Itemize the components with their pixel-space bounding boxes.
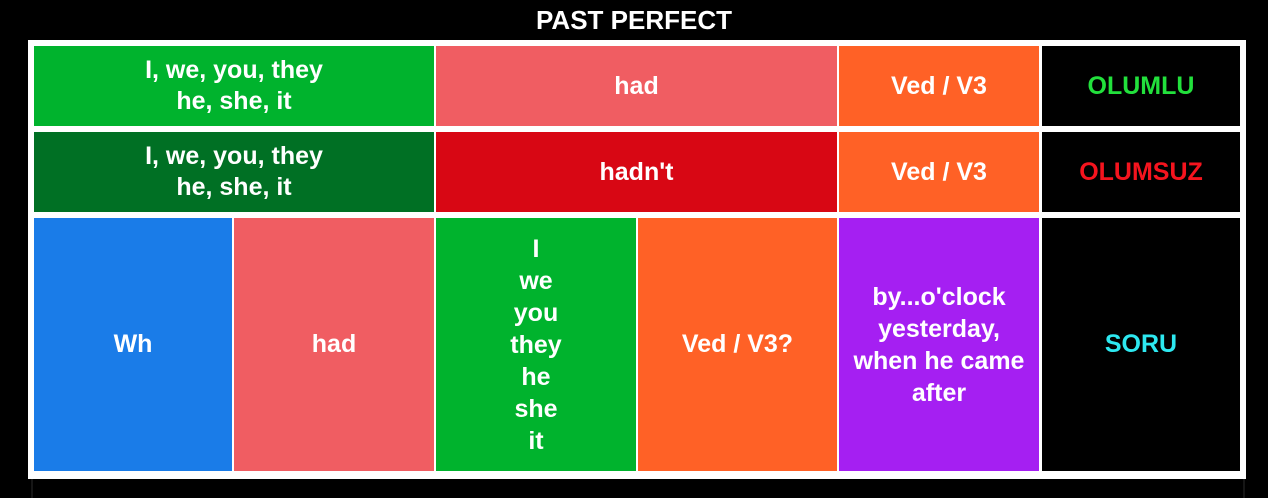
background-grid-line [1243,479,1245,498]
page-title: PAST PERFECT [536,4,732,35]
negative-auxiliary-cell: hadn't [436,132,837,212]
positive-subject-cell: I, we, you, they he, she, it [34,46,434,126]
question-wh-cell: Wh [34,218,232,471]
question-verb-cell: Ved / V3? [638,218,837,471]
question-subjects-cell: I we you they he she it [436,218,636,471]
positive-auxiliary-cell: had [436,46,837,126]
negative-verb-cell: Ved / V3 [839,132,1039,212]
background-grid-line [31,479,33,498]
positive-label-cell: OLUMLU [1042,46,1240,126]
grammar-table: I, we, you, they he, she, it had Ved / V… [28,40,1246,479]
negative-subject-cell: I, we, you, they he, she, it [34,132,434,212]
negative-label-cell: OLUMSUZ [1042,132,1240,212]
positive-verb-cell: Ved / V3 [839,46,1039,126]
question-auxiliary-cell: had [234,218,434,471]
question-label-cell: SORU [1042,218,1240,471]
question-time-cell: by...o'clock yesterday, when he came aft… [839,218,1039,471]
